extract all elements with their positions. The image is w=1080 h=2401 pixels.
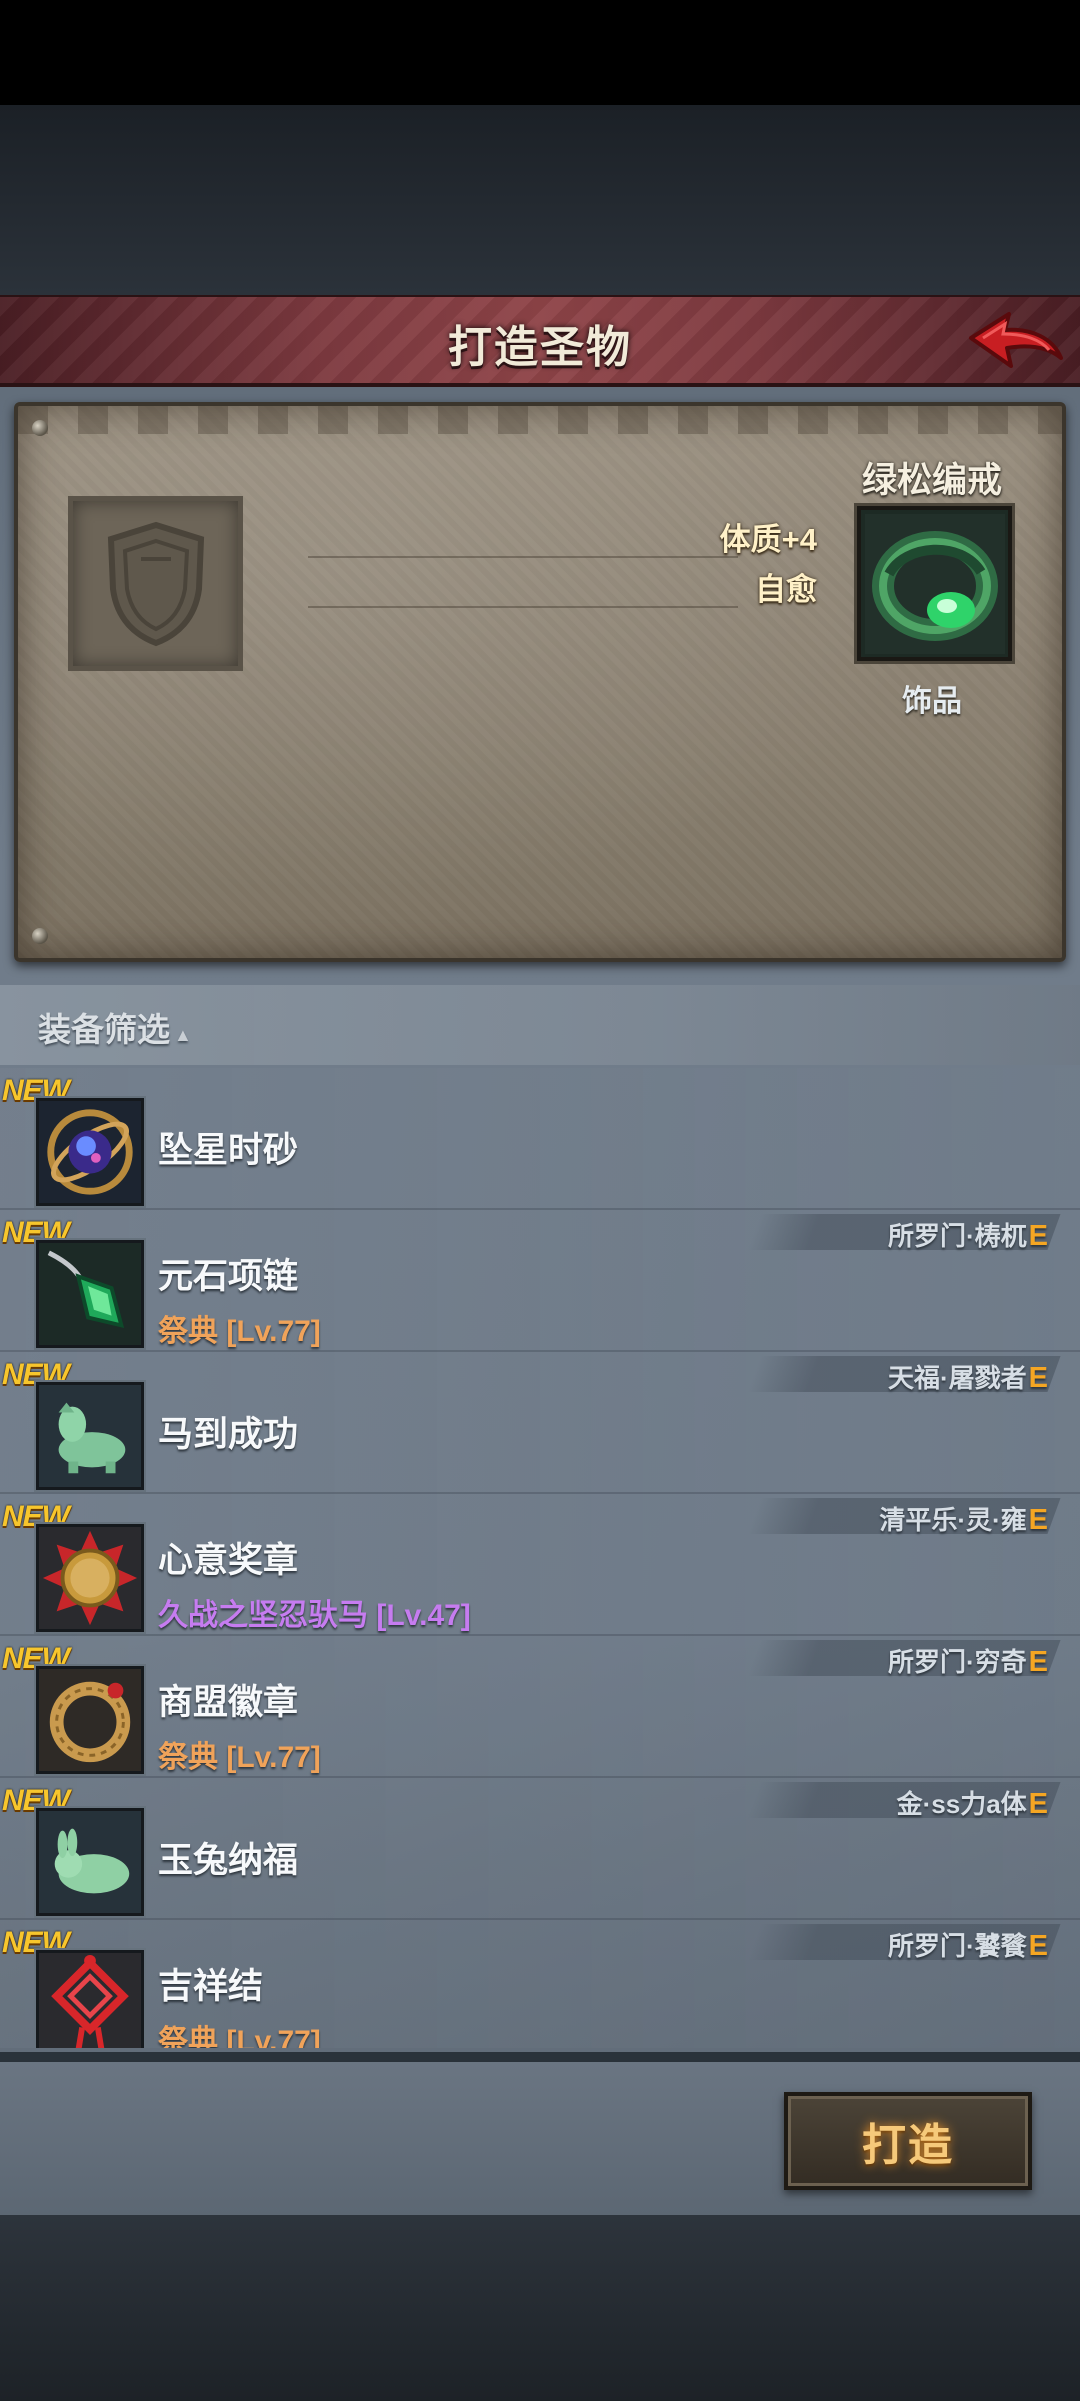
owner-name: 天福·屠戮者 bbox=[887, 1363, 1027, 1393]
page-title: 打造圣物 bbox=[448, 323, 632, 372]
owner-label: 金·ss力a体E bbox=[897, 1784, 1048, 1821]
footer-divider bbox=[0, 2052, 1080, 2062]
list-item[interactable]: 金·ss力a体E NEW 玉兔纳福 bbox=[0, 1778, 1080, 1920]
filter-toggle[interactable]: 装备筛选 ▲ bbox=[38, 1003, 192, 1051]
empty-gear-slot[interactable] bbox=[68, 496, 243, 671]
owner-label: 天福·屠戮者E bbox=[888, 1358, 1048, 1395]
item-name: 吉祥结 bbox=[158, 1967, 264, 2006]
list-item[interactable]: 所罗门·饕餮E NEW 吉祥结 祭典 [Lv.77] bbox=[0, 1920, 1080, 2048]
grade-badge: E bbox=[1028, 1362, 1048, 1394]
rivet bbox=[32, 420, 48, 436]
list-item[interactable]: 所罗门·梼杌E NEW 元石项链 祭典 [Lv.77] bbox=[0, 1210, 1080, 1352]
equipment-list[interactable]: NEW 坠星时砂 所罗门·梼杌E NEW 元石项链 祭典 [Lv.77] 天福·… bbox=[0, 1068, 1080, 2048]
list-item[interactable]: 所罗门·穷奇E NEW 商盟徽章 祭典 [Lv.77] bbox=[0, 1636, 1080, 1778]
divider bbox=[308, 556, 738, 558]
selected-item-name: 绿松编戒 bbox=[861, 461, 1002, 500]
footer-bar: 打造 bbox=[0, 2062, 1080, 2215]
owner-label: 所罗门·穷奇E bbox=[888, 1642, 1048, 1679]
grade-badge: E bbox=[1028, 1646, 1048, 1678]
item-source: 祭典 [Lv.77] bbox=[158, 1315, 321, 1348]
list-item[interactable]: NEW 坠星时砂 bbox=[0, 1068, 1080, 1210]
item-name: 元石项链 bbox=[158, 1257, 299, 1296]
owner-name: 所罗门·穷奇 bbox=[887, 1647, 1027, 1677]
owner-name: 金·ss力a体 bbox=[896, 1789, 1027, 1819]
dragon-ring-badge-icon bbox=[36, 1666, 144, 1774]
owner-name: 清平乐·灵·雍 bbox=[879, 1505, 1027, 1535]
selected-item-icon-frame[interactable] bbox=[857, 506, 1012, 661]
selected-item-type: 饰品 bbox=[902, 685, 962, 718]
list-item[interactable]: 清平乐·灵·雍E NEW 心意奖章 久战之坚忍驮马 [Lv.47] bbox=[0, 1494, 1080, 1636]
back-button[interactable] bbox=[960, 303, 1070, 383]
grade-badge: E bbox=[1028, 1220, 1048, 1252]
astrolabe-orb-icon bbox=[36, 1098, 144, 1206]
item-source: 久战之坚忍驮马 [Lv.47] bbox=[158, 1599, 471, 1632]
top-backdrop bbox=[0, 105, 1080, 295]
back-arrow-icon bbox=[969, 312, 1063, 368]
grade-badge: E bbox=[1028, 1788, 1048, 1820]
item-source: 祭典 [Lv.77] bbox=[158, 2025, 321, 2048]
item-name: 马到成功 bbox=[158, 1415, 299, 1454]
jade-horse-icon bbox=[36, 1382, 144, 1490]
green-ring-icon bbox=[864, 513, 1005, 654]
item-name: 心意奖章 bbox=[158, 1541, 299, 1580]
header-bar: 打造圣物 bbox=[0, 295, 1080, 387]
stat-line-1: 体质+4 bbox=[719, 522, 817, 557]
grade-badge: E bbox=[1028, 1504, 1048, 1536]
stat-line-2: 自愈 bbox=[755, 572, 817, 607]
bottom-backdrop bbox=[0, 2215, 1080, 2401]
chinese-knot-icon bbox=[36, 1950, 144, 2048]
item-name: 坠星时砂 bbox=[158, 1131, 299, 1170]
owner-label: 清平乐·灵·雍E bbox=[879, 1500, 1048, 1537]
item-source: 祭典 [Lv.77] bbox=[158, 1741, 321, 1774]
filter-bar[interactable]: 装备筛选 ▲ bbox=[0, 985, 1080, 1065]
green-crystal-necklace-icon bbox=[36, 1240, 144, 1348]
item-name: 玉兔纳福 bbox=[158, 1841, 299, 1880]
shield-icon bbox=[107, 521, 204, 646]
item-name: 商盟徽章 bbox=[158, 1683, 299, 1722]
filter-label: 装备筛选 bbox=[38, 1011, 170, 1048]
grade-badge: E bbox=[1028, 1930, 1048, 1962]
preview-panel: 体质+4 自愈 绿松编戒 饰品 bbox=[14, 402, 1066, 962]
medal-icon bbox=[36, 1524, 144, 1632]
forge-button[interactable]: 打造 bbox=[784, 2092, 1032, 2190]
owner-label: 所罗门·梼杌E bbox=[888, 1216, 1048, 1253]
sort-arrow-icon: ▲ bbox=[174, 1025, 192, 1045]
status-bar bbox=[0, 0, 1080, 105]
owner-name: 所罗门·饕餮 bbox=[887, 1931, 1027, 1961]
owner-name: 所罗门·梼杌 bbox=[887, 1221, 1027, 1251]
divider bbox=[308, 606, 738, 608]
rivet bbox=[32, 928, 48, 944]
jade-rabbit-icon bbox=[36, 1808, 144, 1916]
owner-label: 所罗门·饕餮E bbox=[888, 1926, 1048, 1963]
list-item[interactable]: 天福·屠戮者E NEW 马到成功 bbox=[0, 1352, 1080, 1494]
forge-button-label: 打造 bbox=[862, 2121, 954, 2170]
